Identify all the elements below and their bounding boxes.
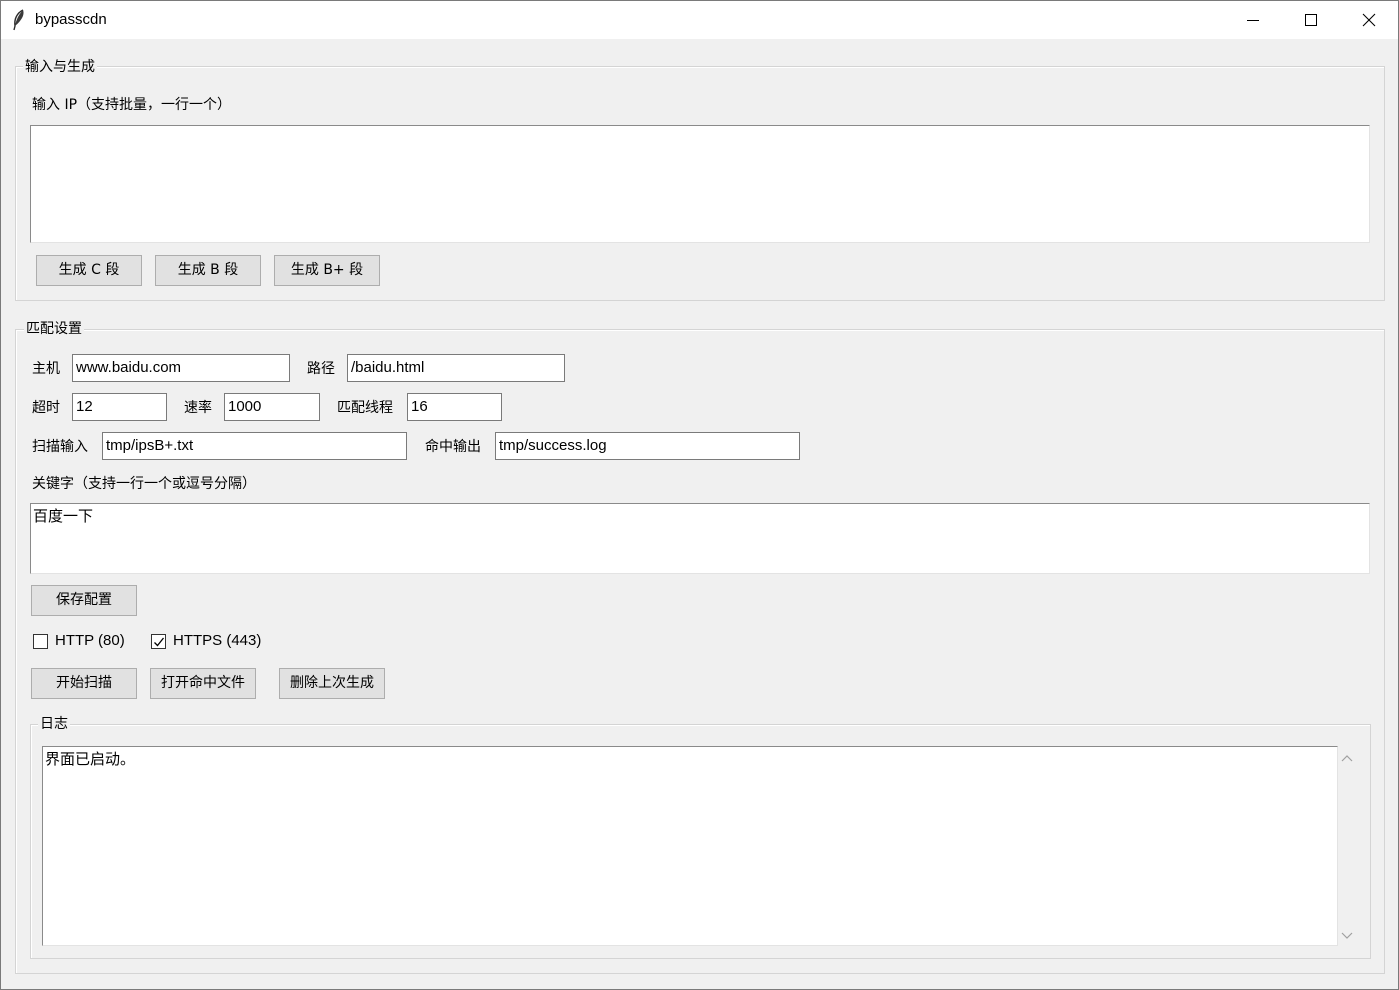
start-scan-button[interactable]: 开始扫描 [31,668,137,699]
hit-output-field[interactable]: tmp/success.log [495,432,800,460]
feather-icon [11,9,27,31]
http-checkbox-label: HTTP (80) [55,632,125,649]
scan-input-field[interactable]: tmp/ipsB+.txt [102,432,407,460]
threads-field[interactable]: 16 [407,393,502,421]
input-generate-group-title: 输入与生成 [23,56,97,76]
timeout-label: 超时 [32,400,60,416]
hit-output-label: 命中输出 [425,439,481,455]
maximize-icon [1305,14,1317,26]
http-checkbox[interactable] [33,634,48,649]
threads-label: 匹配线程 [337,400,393,416]
generate-c-segment-button[interactable]: 生成 C 段 [36,255,142,286]
minimize-button[interactable] [1224,1,1282,39]
scroll-down-icon[interactable] [1341,932,1353,940]
match-settings-group-title: 匹配设置 [24,318,84,338]
scan-input-label: 扫描输入 [32,439,88,455]
scroll-up-icon[interactable] [1341,754,1353,762]
maximize-button[interactable] [1282,1,1340,39]
keyword-textarea[interactable]: 百度一下 [30,503,1370,574]
app-window: bypasscdn 输入与生成 输入 IP（支持批量，一行一个） 生成 C 段 … [0,0,1399,990]
keyword-text: 百度一下 [33,507,94,525]
host-label: 主机 [32,361,60,377]
path-label: 路径 [307,361,335,377]
timeout-field[interactable]: 12 [72,393,167,421]
log-textarea[interactable]: 界面已启动。 [42,746,1338,946]
keyword-label: 关键字（支持一行一个或逗号分隔） [32,476,256,492]
log-text: 界面已启动。 [45,750,136,768]
https-checkbox-label: HTTPS (443) [173,632,262,649]
window-title: bypasscdn [35,11,107,28]
open-hits-file-button[interactable]: 打开命中文件 [150,668,256,699]
log-group-title: 日志 [38,713,70,733]
minimize-icon [1247,20,1259,21]
checkmark-icon [154,637,165,647]
rate-field[interactable]: 1000 [224,393,320,421]
path-field[interactable]: /baidu.html [347,354,565,382]
close-button[interactable] [1340,1,1398,39]
generate-b-segment-button[interactable]: 生成 B 段 [155,255,261,286]
title-bar: bypasscdn [1,1,1398,39]
rate-label: 速率 [184,400,212,416]
save-config-button[interactable]: 保存配置 [31,585,137,616]
generate-bplus-segment-button[interactable]: 生成 B+ 段 [274,255,380,286]
host-field[interactable]: www.baidu.com [72,354,290,382]
https-checkbox[interactable] [151,634,166,649]
ip-input-textarea[interactable] [30,125,1370,243]
ip-input-label: 输入 IP（支持批量，一行一个） [32,97,232,113]
close-icon [1362,13,1376,27]
log-scrollbar[interactable] [1338,746,1356,946]
delete-last-generated-button[interactable]: 删除上次生成 [279,668,385,699]
